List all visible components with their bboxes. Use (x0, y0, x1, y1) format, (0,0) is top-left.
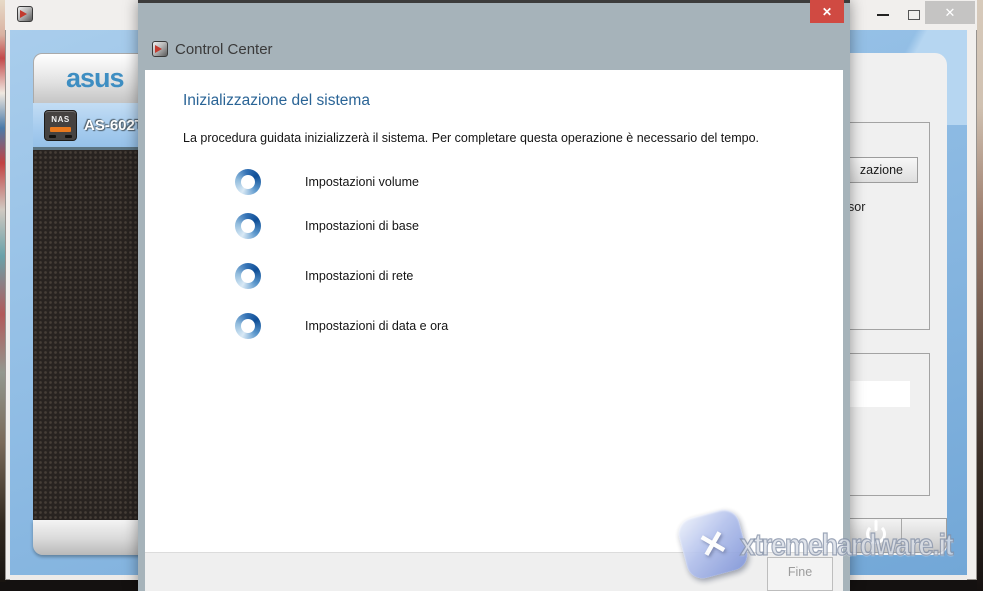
task-row: Impostazioni di base (235, 213, 261, 239)
toolbar-divider (901, 519, 902, 552)
control-center-app-icon (17, 6, 33, 22)
panel-text-fragment: sor (848, 200, 865, 214)
task-row: Impostazioni volume (235, 169, 261, 195)
task-row: Impostazioni di rete (235, 263, 261, 289)
finish-button[interactable]: Fine (767, 557, 833, 591)
close-icon: ✕ (945, 5, 956, 21)
minimize-icon (877, 14, 889, 16)
maximize-icon (908, 10, 920, 20)
dialog-top-edge (138, 0, 850, 3)
nas-device-icon: NAS (44, 110, 77, 141)
task-label: Impostazioni di base (305, 219, 419, 233)
task-label: Impostazioni volume (305, 175, 419, 189)
background-app-sliver-right (977, 0, 983, 591)
nas-icon-led-bar (50, 127, 71, 132)
task-label: Impostazioni di rete (305, 269, 413, 283)
screen: ✕ asus NAS AS-602T zazione sor ✕ Control… (0, 0, 983, 591)
close-icon: ✕ (822, 5, 832, 19)
wizard-heading: Inizializzazione del sistema (183, 92, 370, 110)
dialog-title: Control Center (175, 41, 273, 58)
wizard-description: La procedura guidata inizializzerà il si… (183, 131, 759, 145)
dialog-close-button[interactable]: ✕ (810, 0, 844, 23)
spinner-icon (235, 213, 261, 239)
dialog-titlebar: Control Center (152, 40, 273, 58)
device-model-label: AS-602T (84, 117, 144, 134)
task-label: Impostazioni di data e ora (305, 319, 448, 333)
minimize-button[interactable] (867, 4, 899, 26)
power-icon[interactable] (866, 524, 886, 544)
asustor-logo: asus (66, 63, 124, 94)
spinner-icon (235, 169, 261, 195)
dialog-footer (145, 552, 843, 591)
task-row: Impostazioni di data e ora (235, 313, 261, 339)
spinner-icon (235, 263, 261, 289)
spinner-icon (235, 313, 261, 339)
nas-icon-label: NAS (45, 115, 76, 124)
main-window-close-button[interactable]: ✕ (925, 1, 975, 24)
control-center-dialog-icon (152, 41, 168, 57)
